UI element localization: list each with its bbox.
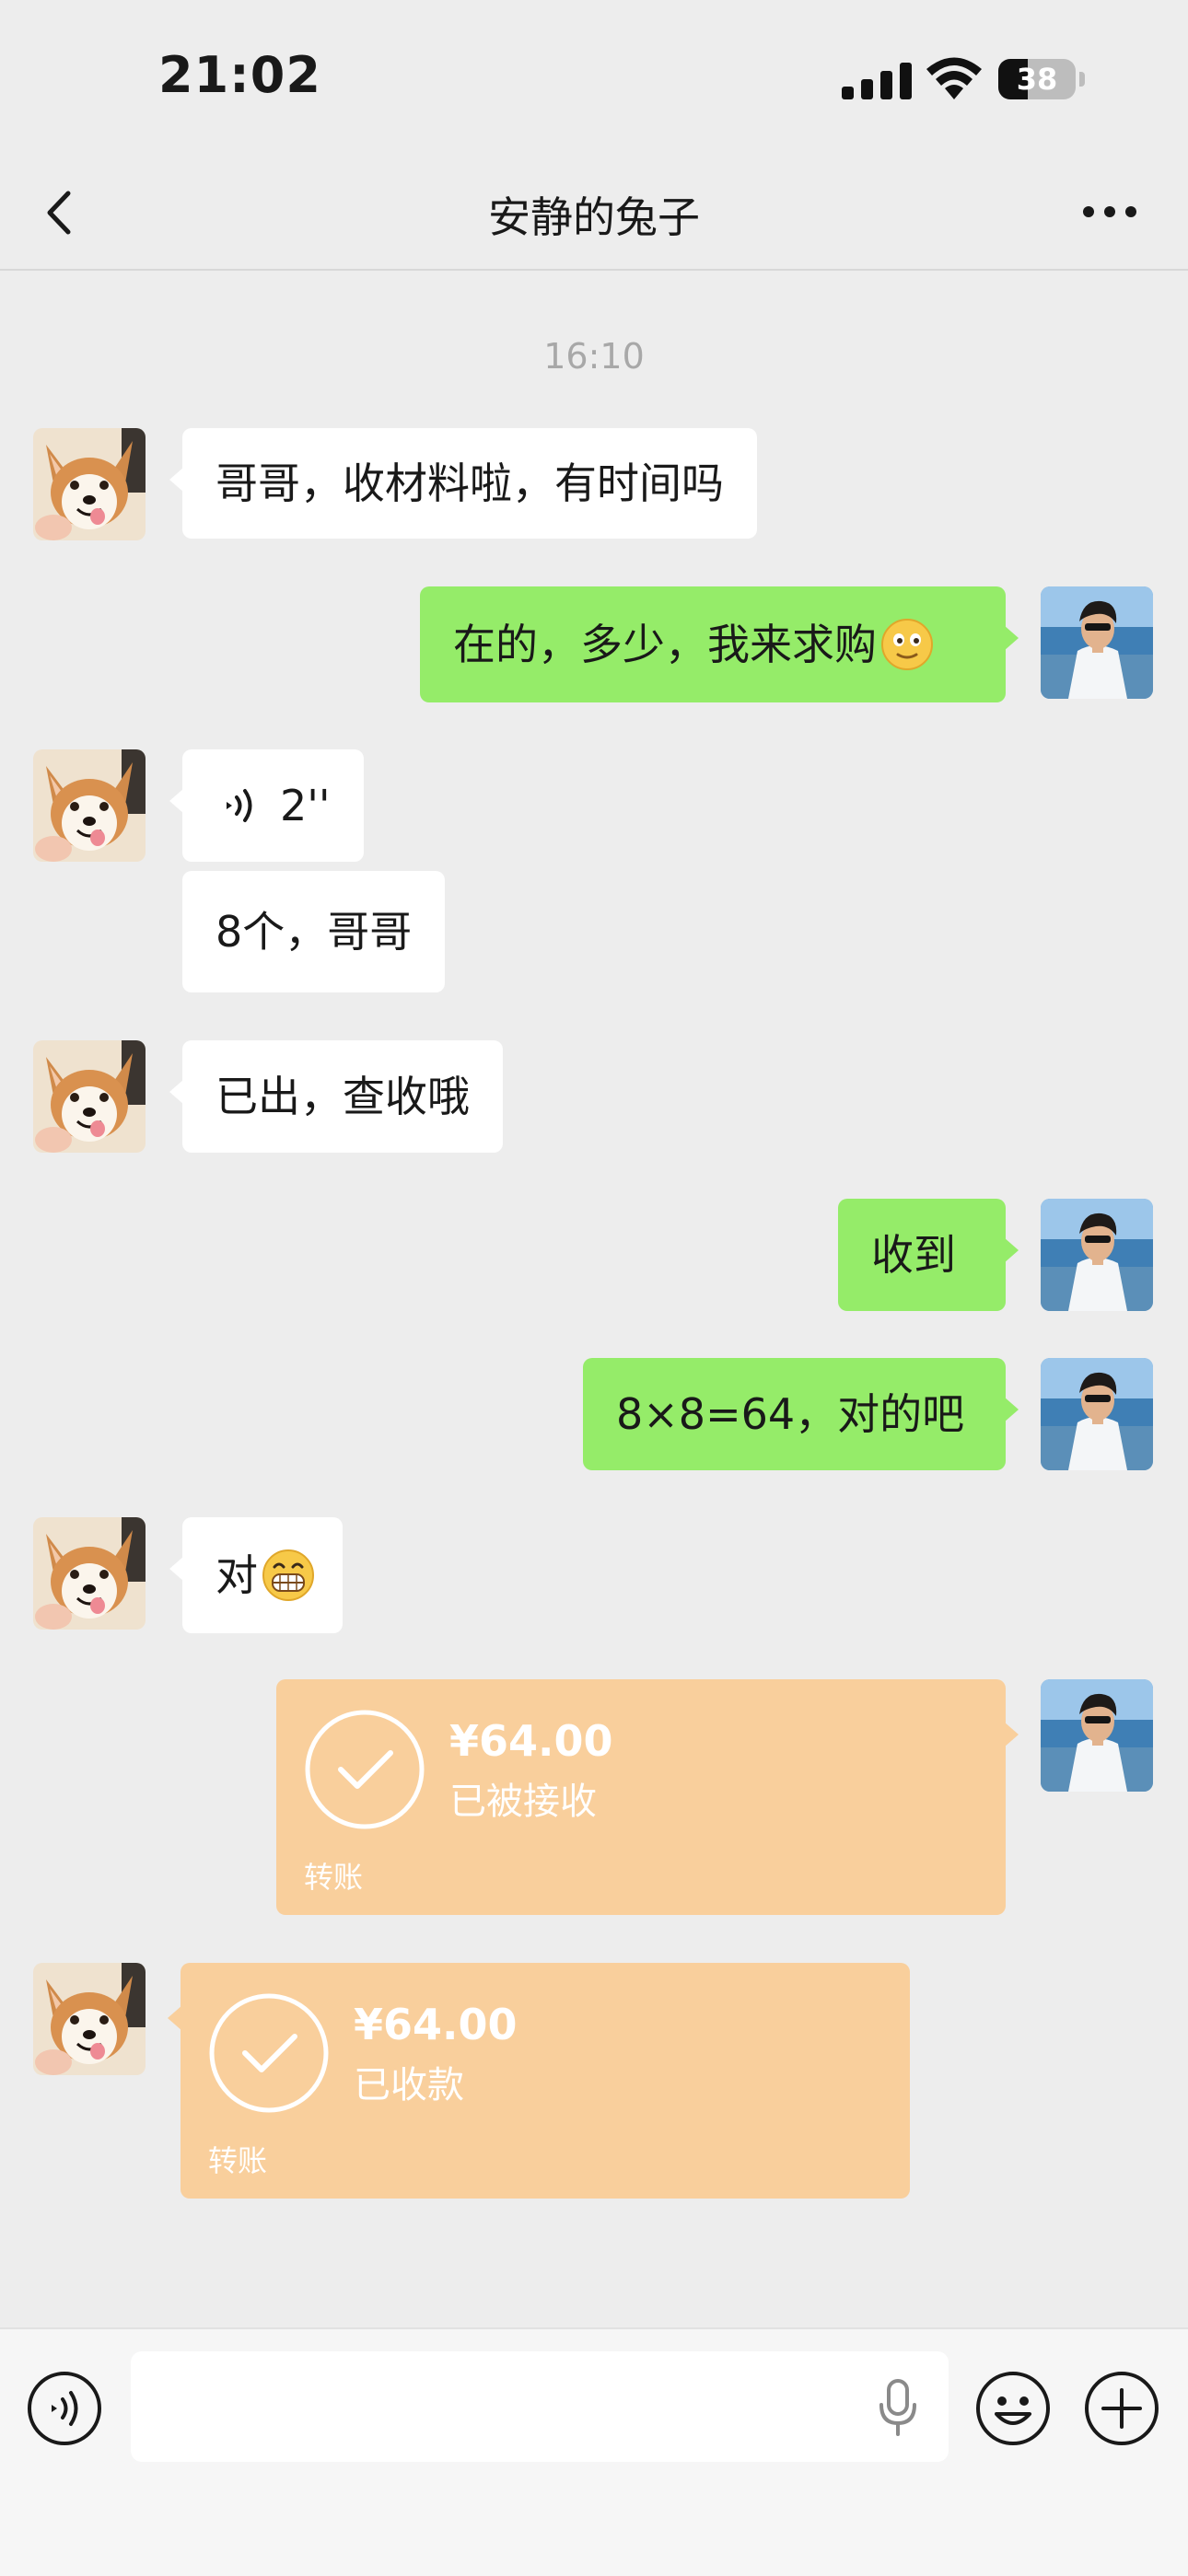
transfer-status: 已被接收 <box>449 1781 597 1823</box>
chat-header: 安静的兔子 <box>0 157 1188 271</box>
ellipsis-icon[interactable] <box>1077 193 1142 230</box>
contact-avatar[interactable] <box>33 1517 146 1630</box>
my-avatar[interactable] <box>1041 1358 1153 1470</box>
message-text: 8×8=64，对的吧 <box>616 1389 965 1439</box>
message-text: 收到 <box>871 1230 956 1280</box>
message-text: 已出，查收哦 <box>215 1072 470 1121</box>
message-bubble[interactable]: 8个，哥哥 <box>182 871 446 992</box>
status-time: 21:02 <box>158 46 321 104</box>
transfer-label: 转账 <box>304 1860 364 1895</box>
contact-avatar[interactable] <box>33 749 146 862</box>
transfer-amount: ¥64.00 <box>449 1716 613 1766</box>
grinning-face-emoji <box>262 1549 314 1601</box>
battery-icon: 38 <box>998 59 1087 99</box>
message-text: 在的，多少，我来求购 <box>453 620 877 669</box>
message-bubble[interactable]: 对 <box>169 1517 343 1633</box>
chat-timestamp: 16:10 <box>543 336 645 377</box>
voice-wave-icon <box>227 789 252 822</box>
voice-message-bubble[interactable]: 2'' <box>169 749 364 862</box>
message-text: 对 <box>215 1550 258 1600</box>
my-avatar[interactable] <box>1041 1679 1153 1792</box>
microphone-icon[interactable] <box>875 2377 921 2440</box>
my-avatar[interactable] <box>1041 586 1153 699</box>
battery-level: 38 <box>1016 62 1058 97</box>
voice-duration: 2'' <box>280 781 331 830</box>
voice-icon[interactable] <box>26 2370 103 2447</box>
transfer-label: 转账 <box>208 2143 268 2178</box>
contact-avatar[interactable] <box>33 1040 146 1153</box>
plus-icon[interactable] <box>1083 2370 1160 2447</box>
transfer-card[interactable]: ¥64.00 已收款 转账 <box>168 1963 910 2199</box>
contact-avatar[interactable] <box>33 1963 146 2075</box>
check-circle-icon <box>305 1710 425 1829</box>
message-bubble[interactable]: 收到 <box>838 1199 1019 1311</box>
contact-avatar[interactable] <box>33 428 146 540</box>
message-bubble[interactable]: 在的，多少，我来求购 <box>420 586 1019 702</box>
message-input[interactable] <box>131 2351 949 2462</box>
check-circle-icon <box>209 1993 329 2113</box>
message-bubble[interactable]: 哥哥，收材料啦，有时间吗 <box>169 428 757 539</box>
transfer-status: 已收款 <box>354 2064 464 2106</box>
chat-title: 安静的兔子 <box>488 192 700 242</box>
smiling-face-emoji <box>881 619 933 670</box>
emoji-icon[interactable] <box>974 2370 1052 2447</box>
message-bubble[interactable]: 已出，查收哦 <box>169 1040 503 1153</box>
input-bar <box>0 2327 1188 2576</box>
message-text: 哥哥，收材料啦，有时间吗 <box>215 458 724 508</box>
message-text: 8个，哥哥 <box>215 907 413 957</box>
my-avatar[interactable] <box>1041 1199 1153 1311</box>
transfer-card[interactable]: ¥64.00 已被接收 转账 <box>276 1679 1019 1915</box>
wifi-icon <box>926 57 982 99</box>
transfer-amount: ¥64.00 <box>354 2000 518 2049</box>
cellular-signal-icon <box>842 63 912 99</box>
status-bar: 21:02 38 <box>0 0 1188 157</box>
message-bubble[interactable]: 8×8=64，对的吧 <box>583 1358 1019 1470</box>
